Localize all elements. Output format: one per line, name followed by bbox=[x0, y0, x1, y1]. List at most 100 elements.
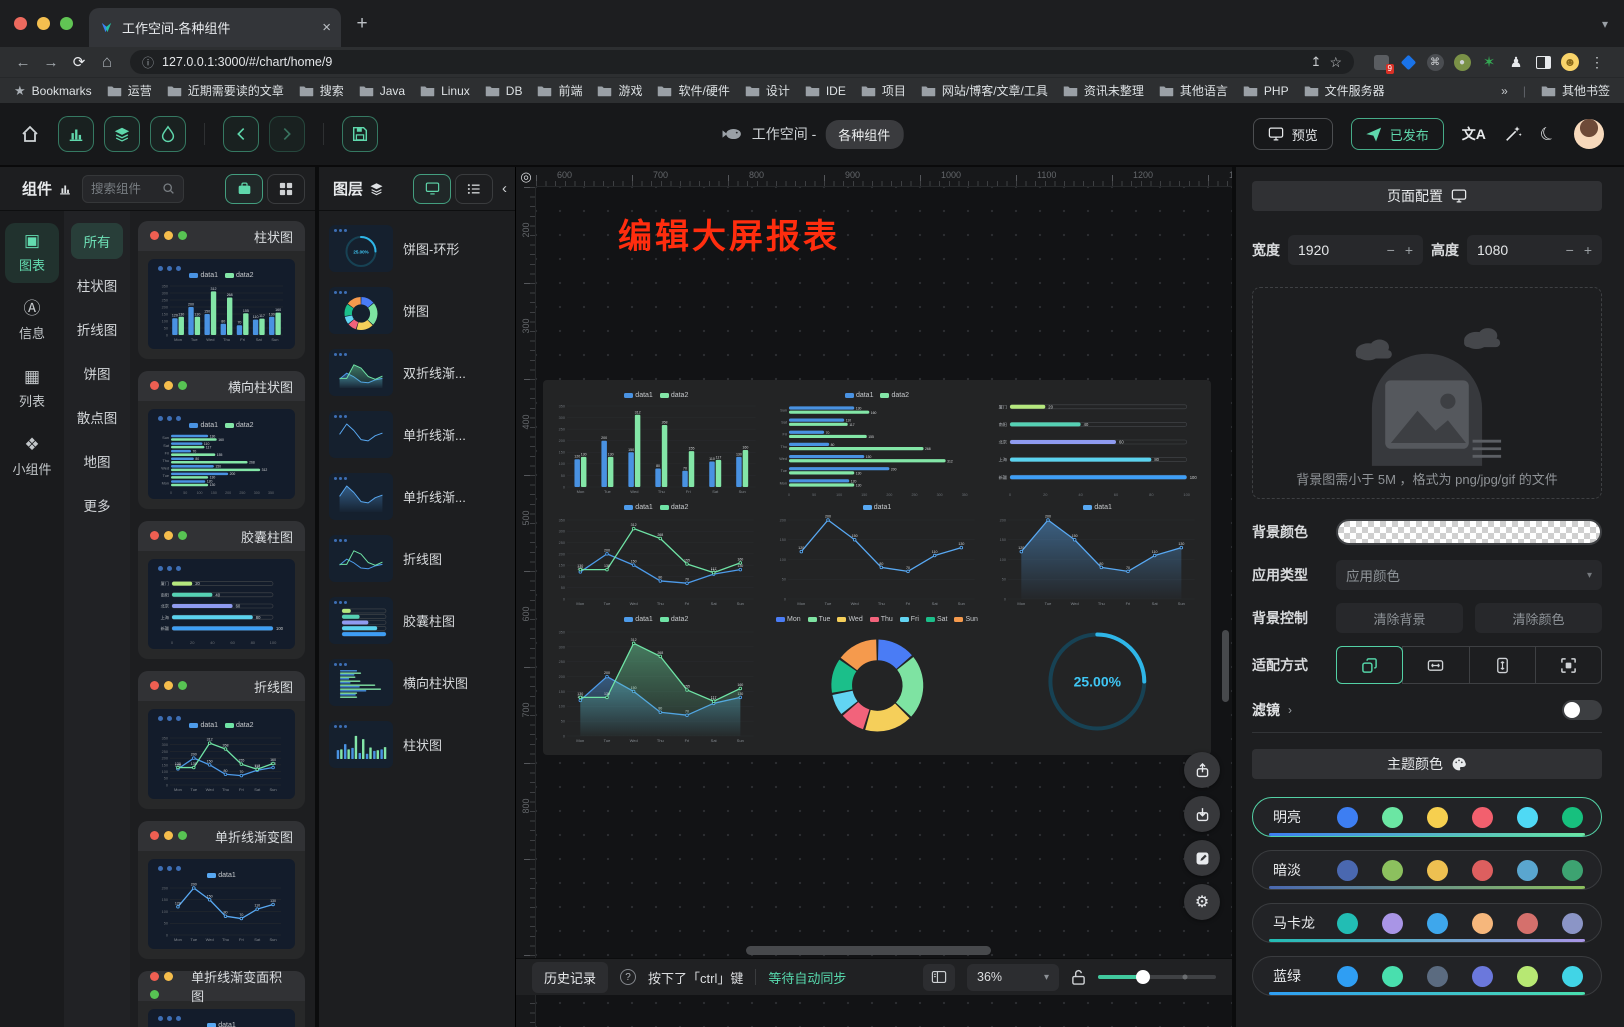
fit-height-button[interactable] bbox=[1469, 646, 1536, 684]
theme-color-dot[interactable] bbox=[1472, 807, 1493, 828]
back-icon[interactable]: ← bbox=[10, 54, 36, 71]
theme-color-dot[interactable] bbox=[1472, 966, 1493, 987]
bookmark-folder[interactable]: 其他语言 bbox=[1159, 82, 1228, 99]
dashboard-horizontal-bar-chart[interactable]: data1data2050100150200250300350MonTueWed… bbox=[774, 392, 981, 498]
other-bookmarks[interactable]: 其他书签 bbox=[1541, 82, 1610, 99]
background-color-swatch[interactable] bbox=[1336, 519, 1602, 545]
theme-color-dot[interactable] bbox=[1517, 966, 1538, 987]
decrement-icon[interactable]: − bbox=[1566, 242, 1574, 258]
help-icon[interactable]: ? bbox=[620, 969, 636, 985]
zoom-slider-knob[interactable] bbox=[1136, 970, 1150, 984]
component-card[interactable]: 横向柱状图 data1data2050100150200250300350Mon… bbox=[138, 371, 305, 509]
bookmark-folder[interactable]: 前端 bbox=[537, 82, 582, 99]
theme-row[interactable]: 马卡龙 bbox=[1252, 903, 1602, 943]
decrement-icon[interactable]: − bbox=[1387, 242, 1395, 258]
url-text[interactable]: 127.0.0.1:3000/#/chart/home/9 bbox=[162, 55, 332, 69]
sidebar-toggle-icon[interactable] bbox=[1534, 53, 1552, 71]
category-item[interactable]: 柱状图 bbox=[71, 267, 123, 303]
single-view-toggle[interactable] bbox=[225, 174, 263, 204]
app-home-icon[interactable] bbox=[20, 124, 40, 144]
theme-color-dot[interactable] bbox=[1382, 913, 1403, 934]
dashboard-line-chart[interactable]: data1data2050100150200250300350MonTueWed… bbox=[553, 504, 760, 610]
project-name-pill[interactable]: 各种组件 bbox=[825, 120, 903, 149]
layer-item[interactable]: 柱状图 bbox=[329, 721, 505, 768]
component-card[interactable]: 折线图 data1data2050100150200250300350MonTu… bbox=[138, 671, 305, 809]
extension-grid-icon[interactable]: 9 bbox=[1372, 53, 1390, 71]
bookmark-folder[interactable]: Linux bbox=[420, 82, 470, 99]
theme-color-dot[interactable] bbox=[1382, 807, 1403, 828]
theme-color-dot[interactable] bbox=[1472, 860, 1493, 881]
theme-color-dot[interactable] bbox=[1337, 966, 1358, 987]
layer-item[interactable]: 折线图 bbox=[329, 535, 505, 582]
url-bar[interactable]: ⓘ 127.0.0.1:3000/#/chart/home/9 ↥ ☆ bbox=[130, 50, 1354, 74]
redo-button[interactable] bbox=[269, 116, 305, 152]
theme-color-header[interactable]: 主题颜色 bbox=[1252, 749, 1602, 779]
bookmark-star-icon[interactable]: ☆ bbox=[1329, 54, 1342, 71]
reload-icon[interactable]: ⟳ bbox=[66, 53, 92, 71]
zoom-slider[interactable] bbox=[1098, 975, 1216, 979]
theme-color-dot[interactable] bbox=[1517, 913, 1538, 934]
kebab-menu-icon[interactable]: ⋮ bbox=[1588, 53, 1606, 71]
extension-kite-icon[interactable] bbox=[1399, 53, 1417, 71]
theme-row[interactable]: 明亮 bbox=[1252, 797, 1602, 837]
layer-item[interactable]: 双折线渐... bbox=[329, 349, 505, 396]
dashboard-preview[interactable]: data1data2050100150200250300350MonTueWed… bbox=[543, 380, 1211, 755]
share-icon[interactable]: ↥ bbox=[1311, 54, 1322, 70]
theme-color-dot[interactable] bbox=[1337, 913, 1358, 934]
height-stepper[interactable]: 1080 −+ bbox=[1467, 235, 1602, 265]
nav-rail-item[interactable]: 图表 bbox=[5, 223, 59, 283]
publish-button[interactable]: 已发布 bbox=[1351, 118, 1444, 150]
layer-item[interactable]: 25.00% 饼图-环形 bbox=[329, 225, 505, 272]
layers-list-view-toggle[interactable] bbox=[455, 174, 493, 204]
fit-stretch-button[interactable] bbox=[1535, 646, 1602, 684]
bookmark-folder[interactable]: 运营 bbox=[107, 82, 152, 99]
zoom-window-icon[interactable] bbox=[60, 17, 73, 30]
nav-rail-item[interactable]: 信息 bbox=[5, 291, 59, 351]
layer-item[interactable]: 单折线渐... bbox=[329, 473, 505, 520]
dark-mode-icon[interactable]: ☾ bbox=[1536, 121, 1560, 147]
components-toggle-button[interactable] bbox=[58, 116, 94, 152]
theme-color-dot[interactable] bbox=[1562, 860, 1583, 881]
bookmark-folder[interactable]: 搜索 bbox=[299, 82, 344, 99]
theme-row[interactable]: 暗淡 bbox=[1252, 850, 1602, 890]
site-info-icon[interactable]: ⓘ bbox=[142, 54, 154, 71]
dashboard-capsule-chart[interactable]: 厦门20南阳40北京60上海80新疆100020406080100 bbox=[994, 392, 1201, 498]
horizontal-scrollbar[interactable] bbox=[746, 946, 991, 955]
toggle-guides-eye-icon[interactable]: ◎ bbox=[516, 167, 536, 187]
filter-toggle[interactable] bbox=[1562, 700, 1602, 720]
theme-color-dot[interactable] bbox=[1427, 860, 1448, 881]
theme-color-dot[interactable] bbox=[1337, 807, 1358, 828]
height-value[interactable]: 1080 bbox=[1477, 242, 1508, 258]
page-config-header[interactable]: 页面配置 bbox=[1252, 181, 1602, 211]
screen-title-text[interactable]: 编辑大屏报表 bbox=[618, 209, 840, 258]
export-button[interactable] bbox=[1184, 752, 1220, 788]
theme-color-dot[interactable] bbox=[1472, 913, 1493, 934]
increment-icon[interactable]: + bbox=[1405, 242, 1413, 258]
minimize-window-icon[interactable] bbox=[37, 17, 50, 30]
nav-rail-item[interactable]: 列表 bbox=[5, 359, 59, 419]
extension-star-icon[interactable]: ✶ bbox=[1480, 53, 1498, 71]
theme-color-dot[interactable] bbox=[1517, 807, 1538, 828]
width-stepper[interactable]: 1920 −+ bbox=[1288, 235, 1423, 265]
theme-color-dot[interactable] bbox=[1562, 966, 1583, 987]
dashboard-pie-chart[interactable]: MonTueWedThuFriSatSun bbox=[774, 616, 981, 747]
component-search[interactable] bbox=[82, 175, 184, 203]
dashboard-progress-ring[interactable]: 25.00% bbox=[994, 616, 1201, 747]
vertical-scrollbar[interactable] bbox=[1222, 630, 1229, 702]
bookmark-folder[interactable]: DB bbox=[485, 82, 523, 99]
category-item[interactable]: 散点图 bbox=[71, 399, 123, 435]
theme-color-dot[interactable] bbox=[1427, 913, 1448, 934]
category-item[interactable]: 所有 bbox=[71, 223, 123, 259]
collapse-panel-icon[interactable]: ‹ bbox=[502, 180, 507, 197]
theme-color-dot[interactable] bbox=[1337, 860, 1358, 881]
bookmark-folder[interactable]: Java bbox=[359, 82, 405, 99]
bookmark-folder[interactable]: 资讯未整理 bbox=[1063, 82, 1144, 99]
component-card[interactable]: 柱状图 data1data2050100150200250300350MonTu… bbox=[138, 221, 305, 359]
theme-row[interactable]: 蓝绿 bbox=[1252, 956, 1602, 996]
user-avatar[interactable] bbox=[1574, 119, 1604, 149]
layer-item[interactable]: 胶囊柱图 bbox=[329, 597, 505, 644]
preview-button[interactable]: 预览 bbox=[1253, 118, 1333, 150]
bookmark-folder[interactable]: 网站/博客/文章/工具 bbox=[921, 82, 1048, 99]
fit-scale-button[interactable] bbox=[1336, 646, 1403, 684]
grid-view-toggle[interactable] bbox=[267, 174, 305, 204]
